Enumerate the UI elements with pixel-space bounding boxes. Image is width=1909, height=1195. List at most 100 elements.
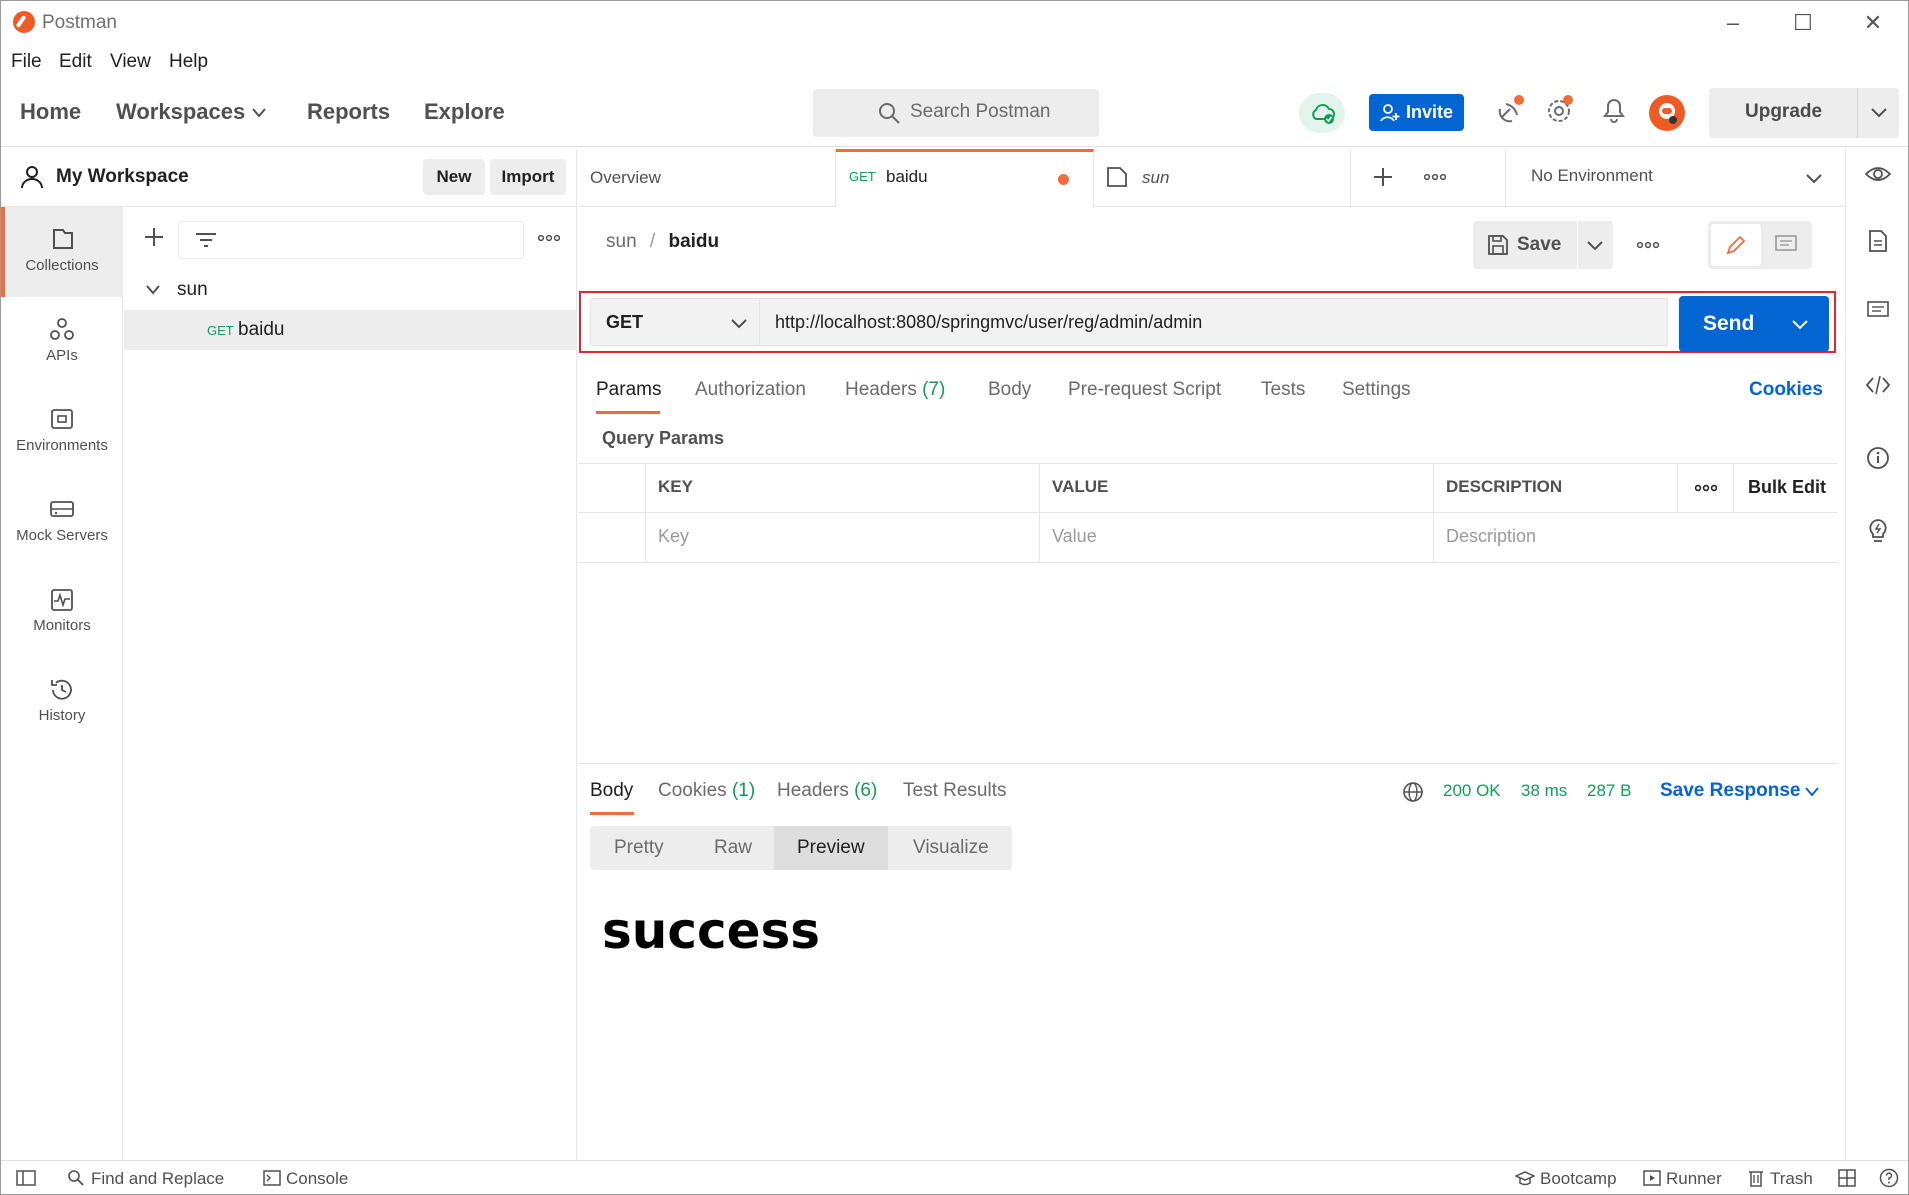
chevron-down-icon[interactable]	[1805, 787, 1819, 797]
response-time[interactable]: 38 ms	[1521, 781, 1567, 801]
documentation-icon[interactable]	[1868, 229, 1888, 253]
trash-button[interactable]: Trash	[1770, 1169, 1813, 1189]
save-button[interactable]: Save	[1473, 221, 1575, 269]
code-icon[interactable]	[1866, 375, 1890, 395]
notifications-bell-icon[interactable]	[1601, 95, 1627, 125]
tab-tests[interactable]: Tests	[1261, 379, 1305, 401]
sidebar-item-environments[interactable]: Environments	[1, 387, 123, 477]
info-icon[interactable]	[1866, 446, 1890, 470]
tab-response-body[interactable]: Body	[590, 780, 633, 802]
tab-overview[interactable]: Overview	[578, 149, 836, 207]
active-tab-indicator	[596, 411, 660, 414]
new-tab-plus-icon[interactable]	[1373, 167, 1393, 187]
menu-view[interactable]: View	[110, 51, 151, 73]
nav-home[interactable]: Home	[20, 99, 81, 125]
filter-input[interactable]	[178, 221, 524, 259]
avatar[interactable]	[1649, 95, 1685, 131]
send-button[interactable]: Send	[1679, 296, 1779, 352]
more-options-icon[interactable]	[1424, 173, 1446, 181]
toggle-sidebar-icon[interactable]	[16, 1170, 36, 1186]
settings-gear-icon[interactable]	[1546, 95, 1576, 125]
comments-icon[interactable]	[1867, 301, 1889, 321]
tab-pre-request-script[interactable]: Pre-request Script	[1068, 379, 1221, 401]
value-input[interactable]: Value	[1040, 513, 1434, 562]
find-and-replace-button[interactable]: Find and Replace	[91, 1169, 224, 1189]
more-options-icon[interactable]	[1637, 241, 1659, 249]
sidebar-item-apis[interactable]: APIs	[1, 297, 123, 387]
send-label: Send	[1703, 312, 1755, 335]
sidebar-item-mock-servers[interactable]: Mock Servers	[1, 477, 123, 567]
search-box[interactable]: Search Postman	[813, 89, 1099, 137]
comment-icon[interactable]	[1775, 235, 1797, 255]
view-pretty[interactable]: Pretty	[614, 837, 664, 859]
sidebar-item-collections[interactable]: Collections	[1, 207, 123, 297]
environment-select[interactable]: No Environment	[1505, 149, 1845, 207]
lightbulb-icon[interactable]	[1867, 518, 1889, 544]
menu-help[interactable]: Help	[169, 51, 208, 73]
sidebar-item-label: APIs	[46, 347, 78, 364]
tab-body[interactable]: Body	[988, 379, 1031, 401]
tab-params[interactable]: Params	[596, 379, 661, 401]
bulk-edit-button[interactable]: Bulk Edit	[1748, 477, 1826, 498]
description-input[interactable]: Description	[1434, 513, 1838, 562]
response-size[interactable]: 287 B	[1587, 781, 1631, 801]
nav-workspaces[interactable]: Workspaces	[116, 99, 245, 125]
satellite-icon[interactable]	[1496, 95, 1526, 125]
chevron-down-icon[interactable]	[1587, 241, 1603, 251]
table-options[interactable]	[1678, 463, 1734, 512]
request-item-baidu[interactable]: GET baidu	[124, 310, 577, 350]
console-icon	[263, 1170, 281, 1186]
save-response-button[interactable]: Save Response	[1660, 780, 1800, 802]
view-preview[interactable]: Preview	[797, 837, 865, 859]
key-input[interactable]: Key	[646, 513, 1040, 562]
sync-status-button[interactable]	[1299, 93, 1345, 133]
menu-file[interactable]: File	[11, 51, 42, 73]
tab-sun[interactable]: sun	[1094, 149, 1351, 207]
maximize-button[interactable]: ☐	[1783, 9, 1823, 37]
breadcrumb-current[interactable]: baidu	[668, 231, 719, 252]
more-options-icon[interactable]	[538, 234, 560, 242]
nav-explore[interactable]: Explore	[424, 99, 505, 125]
breadcrumb-parent[interactable]: sun	[606, 231, 637, 252]
minimize-button[interactable]: –	[1713, 9, 1753, 37]
menu-edit[interactable]: Edit	[59, 51, 92, 73]
sidebar-item-monitors[interactable]: Monitors	[1, 567, 123, 657]
method-select[interactable]: GET	[590, 298, 760, 346]
runner-button[interactable]: Runner	[1666, 1169, 1722, 1189]
invite-button[interactable]: Invite	[1369, 94, 1464, 131]
tab-headers[interactable]: Headers (7)	[845, 379, 945, 401]
tab-response-headers[interactable]: Headers (6)	[777, 780, 877, 802]
view-raw[interactable]: Raw	[714, 837, 752, 859]
import-button[interactable]: Import	[490, 159, 566, 195]
globe-icon[interactable]	[1402, 781, 1424, 803]
chevron-down-icon[interactable]	[1792, 320, 1808, 330]
console-button[interactable]: Console	[286, 1169, 348, 1189]
sidebar-item-history[interactable]: History	[1, 657, 123, 747]
tab-authorization[interactable]: Authorization	[695, 379, 806, 401]
chevron-down-icon[interactable]	[146, 285, 160, 295]
url-input[interactable]: http://localhost:8080/springmvc/user/reg…	[760, 298, 1668, 346]
close-window-button[interactable]: ✕	[1853, 9, 1893, 37]
collection-item-sun[interactable]: sun	[124, 270, 577, 310]
status-code[interactable]: 200 OK	[1443, 781, 1501, 801]
tab-response-cookies[interactable]: Cookies (1)	[658, 780, 755, 802]
save-icon	[1488, 235, 1508, 255]
tab-label: sun	[1142, 168, 1170, 187]
two-pane-icon[interactable]	[1838, 1169, 1856, 1187]
new-button[interactable]: New	[423, 159, 485, 195]
upgrade-button[interactable]: Upgrade	[1709, 88, 1899, 138]
help-icon[interactable]	[1879, 1168, 1899, 1188]
chevron-down-icon[interactable]	[1871, 108, 1887, 118]
cookies-link[interactable]: Cookies	[1749, 379, 1823, 401]
eye-icon[interactable]	[1865, 163, 1891, 185]
edit-mode-button[interactable]	[1711, 224, 1761, 266]
tab-baidu[interactable]: GET baidu	[836, 149, 1094, 207]
nav-reports[interactable]: Reports	[307, 99, 390, 125]
plus-icon[interactable]	[144, 227, 164, 247]
tab-test-results[interactable]: Test Results	[903, 780, 1006, 802]
bootcamp-button[interactable]: Bootcamp	[1540, 1169, 1617, 1189]
tab-settings[interactable]: Settings	[1342, 379, 1411, 401]
postman-window: Postman – ☐ ✕ File Edit View Help Home W…	[0, 0, 1909, 1195]
add-user-icon	[1380, 104, 1400, 122]
view-visualize[interactable]: Visualize	[913, 837, 989, 859]
